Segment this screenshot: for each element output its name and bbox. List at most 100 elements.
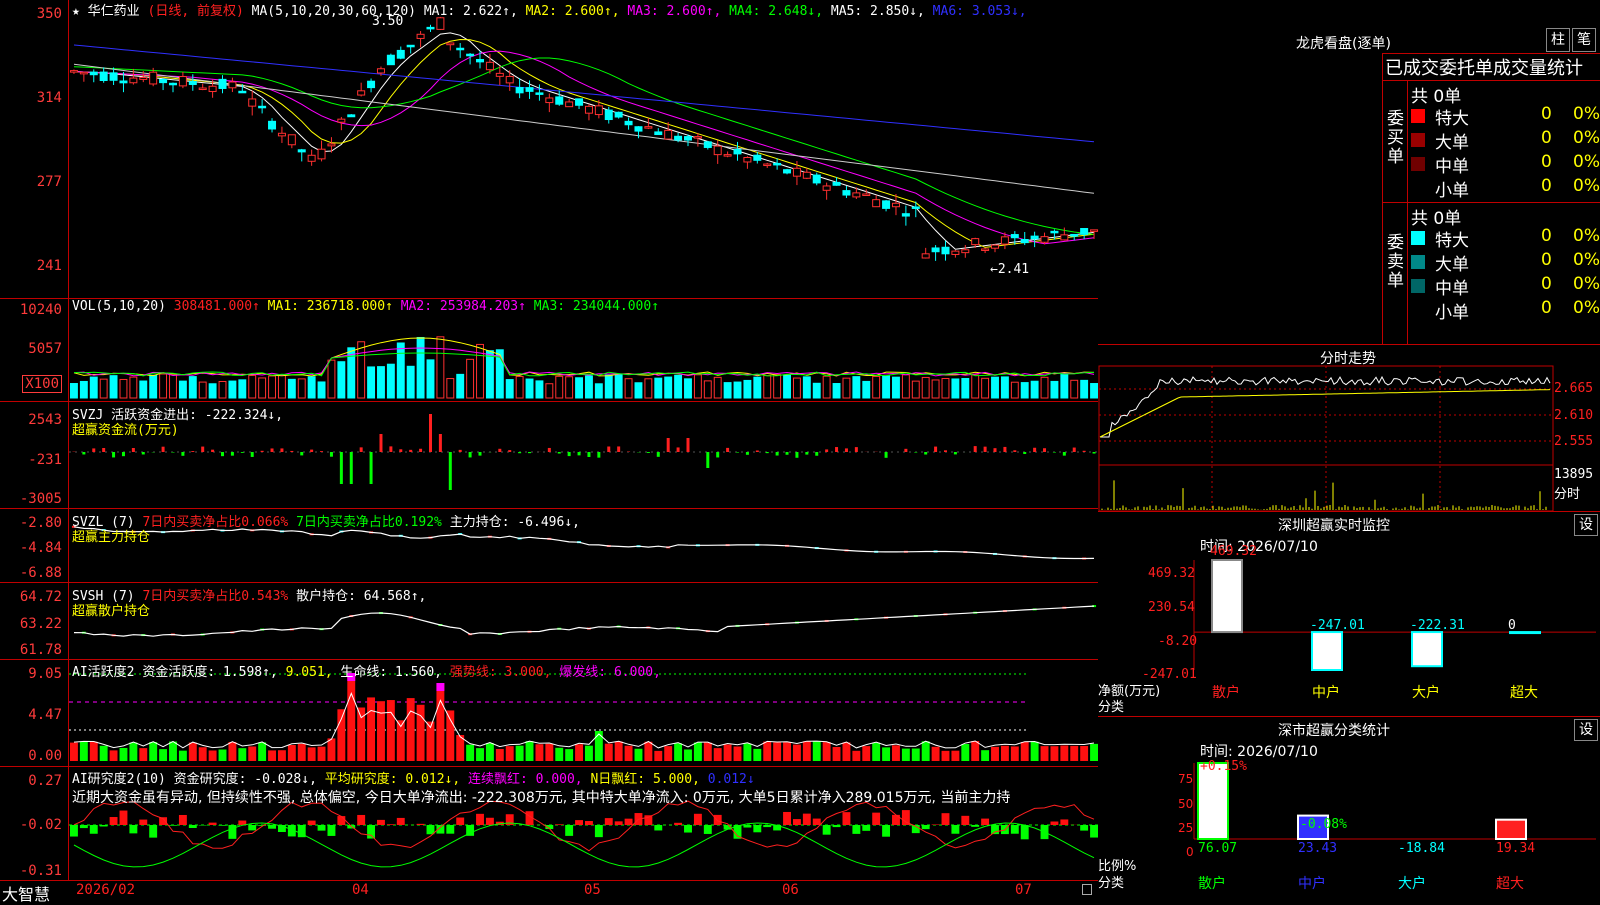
ma-value-1: 2.622↑, [463,4,518,19]
candlestick-chart [69,0,1099,298]
bar-mode-button[interactable]: 柱 [1546,28,1570,52]
ai-research-panel[interactable]: 0.27 -0.02 -0.31 AI研究度2(10) 资金研究度: -0.02… [0,767,1098,880]
svzj-sub: 超赢资金流(万元) [72,419,179,438]
candle-body [417,34,424,38]
lock-icon[interactable] [1082,884,1092,895]
candle-body [110,73,117,80]
candle-body [80,72,87,74]
x-tick: 05 [584,882,601,898]
volume-bar [1041,377,1048,398]
candle-body [576,99,583,105]
volume-unit: X100 [22,375,62,393]
volume-bar [506,380,513,398]
research-bar [674,823,682,825]
svzl-panel[interactable]: -2.80 -4.84 -6.88 SVZL (7) 7日内买卖净占比0.066… [0,509,1098,583]
svsh-panel[interactable]: 64.72 63.22 61.78 SVSH (7) 7日内买卖净占比0.543… [0,583,1098,660]
svzl-t2: 7日内买卖净占比0.192% [296,515,442,530]
research-bar [90,825,98,834]
candle-body [843,191,850,195]
volume-bar [140,381,147,398]
ai-activity-panel[interactable]: 9.05 4.47 0.00 AI活跃度2 资金活跃度: 1.598↑, 9.0… [0,660,1098,767]
activity-bar [347,673,355,761]
candle-body [724,155,731,157]
sell-row-swatch [1411,231,1425,245]
candle-body [308,155,315,161]
candle-body [536,93,543,95]
candle-body [358,91,365,95]
volume-plot[interactable] [68,299,1099,401]
candle-body [239,91,246,93]
activity-bar [704,743,712,761]
research-bar [357,815,365,825]
volume-bar [71,384,78,398]
sz-class-chart [1098,717,1600,900]
svzl-t1: 7日内买卖净占比0.066% [142,515,288,530]
volume-bar [645,379,652,398]
activity-bar [129,742,137,761]
activity-bar [1070,746,1078,761]
research-bar [862,825,870,831]
candle-body [853,193,860,197]
ma-value-4: 2.648↓, [768,4,823,19]
activity-bar [565,749,573,761]
activity-bar [555,748,563,761]
intraday-panel[interactable]: 分时走势 2.665 2.610 2.555 13895 分时 [1098,345,1600,512]
activity-bar [743,744,751,761]
candle-body [1091,230,1098,232]
candle-body [169,83,176,85]
svzj-panel[interactable]: 2543 -231 -3005 SVZJ 活跃资金进出: -222.324↓, … [0,402,1098,509]
volume-bar [486,351,493,398]
volume-bar [615,375,622,398]
activity-bar [535,744,543,761]
szm-value-label: 469.32 [1210,544,1257,559]
activity-peak [436,683,444,691]
volume-bar [298,379,305,398]
svsh-t1: 7日内买卖净占比0.543% [142,589,288,604]
candle-body [90,72,97,75]
candle-body [744,158,751,162]
activity-bar [545,744,553,761]
kline-panel[interactable]: 350 314 277 241 ★ 华仁药业 (日线, 前复权) MA(5,10… [0,0,1098,299]
ai2-t4: N日飘红: 5.000, [590,772,699,787]
szm-bar-1 [1212,560,1242,632]
volume-bar [774,375,781,398]
volume-bar [962,379,969,398]
svzl-sub: 超赢主力持仓 [72,526,150,545]
activity-bar [506,746,514,761]
tick-mode-button[interactable]: 笔 [1572,28,1596,52]
volume-panel[interactable]: 10240 5057 X100 VOL(5,10,20) 308481.000↑… [0,299,1098,402]
app-logo[interactable]: 大智慧 [2,881,50,905]
activity-bar [862,746,870,761]
star-icon[interactable]: ★ [72,4,80,19]
activity-bar [199,747,207,761]
candle-body [70,71,77,73]
activity-bar [694,743,702,761]
ai2-t3: 连续飘红: 0.000, [468,772,583,787]
activity-bar [100,746,108,761]
kline-plot[interactable] [68,0,1099,298]
volume-bar [368,367,375,398]
volume-bar [605,375,612,398]
szm-tick: 469.32 [1148,566,1195,581]
chart-mode[interactable]: (日线, 前复权) [148,4,244,19]
volume-bar [288,379,295,398]
research-bar [179,815,187,825]
candle-body [774,163,781,165]
candle-body [298,150,305,152]
volume-bar [942,379,949,398]
candle-body [1081,229,1088,235]
ma-label-6: MA6: [925,4,972,19]
activity-bar [1021,742,1029,761]
candle-body [992,245,999,248]
candle-body [229,82,236,88]
research-bar [367,825,375,839]
volume-bar [278,375,285,398]
candle-body [883,201,890,209]
candle-body [407,45,414,47]
volume-bar [912,381,919,398]
activity-bar [644,742,652,761]
candle-body [833,182,840,185]
volume-bar [704,381,711,398]
volume-bar [1031,381,1038,398]
price-tick: 350 [37,6,62,22]
